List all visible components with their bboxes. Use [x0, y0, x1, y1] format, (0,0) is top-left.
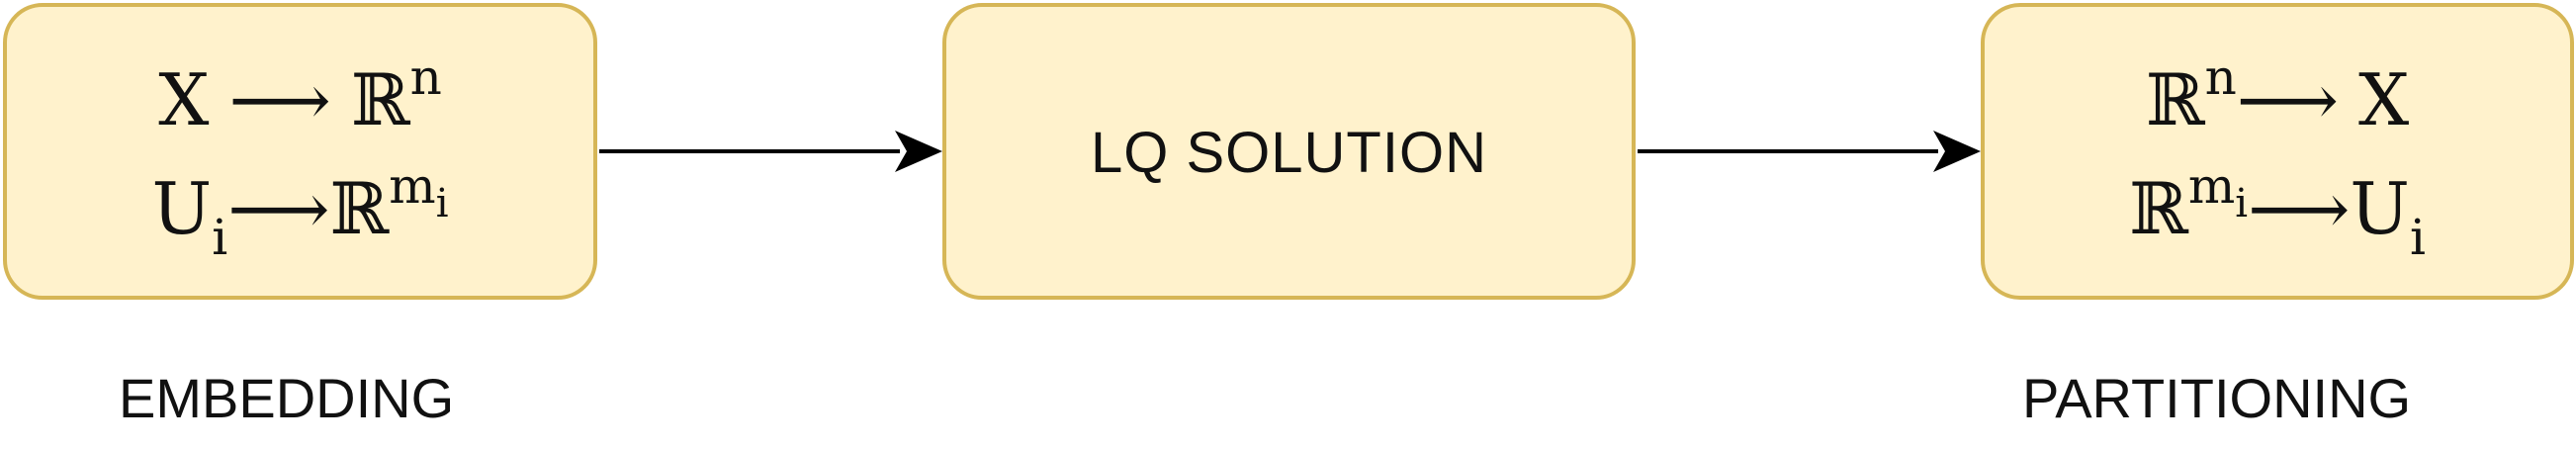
arrow-embedding-to-lq: [599, 131, 942, 172]
embedding-caption: EMBEDDING: [119, 367, 455, 429]
partitioning-caption: PARTITIONING: [2022, 367, 2412, 429]
arrow-lq-to-partitioning: [1638, 131, 1981, 172]
